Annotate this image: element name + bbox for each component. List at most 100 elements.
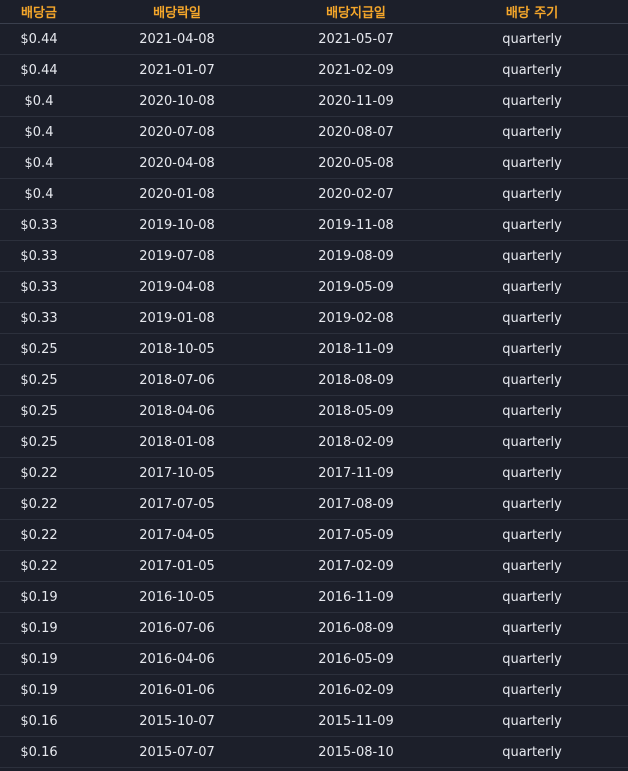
header-ex-date[interactable]: 배당락일 bbox=[78, 2, 276, 21]
table-row: $0.19 2016-04-06 2016-05-09 quarterly bbox=[0, 644, 628, 675]
pay-date-cell: 2020-05-08 bbox=[318, 155, 394, 171]
amount-cell: $0.25 bbox=[20, 434, 58, 450]
amount-cell: $0.16 bbox=[20, 744, 58, 760]
amount-cell: $0.25 bbox=[20, 341, 58, 357]
table-row: $0.4 2020-10-08 2020-11-09 quarterly bbox=[0, 86, 628, 117]
ex-date-cell: 2016-07-06 bbox=[139, 620, 215, 636]
pay-date-cell: 2019-05-09 bbox=[318, 279, 394, 295]
frequency-cell: quarterly bbox=[502, 155, 562, 171]
pay-date-cell: 2017-05-09 bbox=[318, 527, 394, 543]
ex-date-cell: 2017-10-05 bbox=[139, 465, 215, 481]
frequency-cell: quarterly bbox=[502, 403, 562, 419]
amount-cell: $0.25 bbox=[20, 372, 58, 388]
frequency-cell: quarterly bbox=[502, 434, 562, 450]
ex-date-cell: 2021-04-08 bbox=[139, 31, 215, 47]
ex-date-cell: 2017-01-05 bbox=[139, 558, 215, 574]
table-row: $0.44 2021-01-07 2021-02-09 quarterly bbox=[0, 55, 628, 86]
table-row: $0.16 2015-07-07 2015-08-10 quarterly bbox=[0, 737, 628, 768]
table-row: $0.19 2016-10-05 2016-11-09 quarterly bbox=[0, 582, 628, 613]
header-frequency[interactable]: 배당 주기 bbox=[436, 2, 628, 21]
pay-date-cell: 2020-08-07 bbox=[318, 124, 394, 140]
pay-date-cell: 2016-02-09 bbox=[318, 682, 394, 698]
ex-date-cell: 2019-07-08 bbox=[139, 248, 215, 264]
pay-date-cell: 2021-02-09 bbox=[318, 62, 394, 78]
amount-cell: $0.22 bbox=[20, 465, 58, 481]
table-row: $0.25 2018-04-06 2018-05-09 quarterly bbox=[0, 396, 628, 427]
table-row: $0.25 2018-10-05 2018-11-09 quarterly bbox=[0, 334, 628, 365]
frequency-cell: quarterly bbox=[502, 527, 562, 543]
table-row: $0.4 2020-01-08 2020-02-07 quarterly bbox=[0, 179, 628, 210]
pay-date-cell: 2016-05-09 bbox=[318, 651, 394, 667]
ex-date-cell: 2020-07-08 bbox=[139, 124, 215, 140]
ex-date-cell: 2016-10-05 bbox=[139, 589, 215, 605]
amount-cell: $0.4 bbox=[24, 124, 54, 140]
amount-cell: $0.4 bbox=[24, 93, 54, 109]
pay-date-cell: 2016-11-09 bbox=[318, 589, 394, 605]
header-pay-date[interactable]: 배당지급일 bbox=[276, 2, 436, 21]
pay-date-cell: 2021-05-07 bbox=[318, 31, 394, 47]
frequency-cell: quarterly bbox=[502, 186, 562, 202]
amount-cell: $0.33 bbox=[20, 279, 58, 295]
amount-cell: $0.4 bbox=[24, 155, 54, 171]
ex-date-cell: 2016-04-06 bbox=[139, 651, 215, 667]
amount-cell: $0.4 bbox=[24, 186, 54, 202]
amount-cell: $0.16 bbox=[20, 713, 58, 729]
pay-date-cell: 2020-02-07 bbox=[318, 186, 394, 202]
ex-date-cell: 2021-01-07 bbox=[139, 62, 215, 78]
amount-cell: $0.25 bbox=[20, 403, 58, 419]
table-row: $0.25 2018-01-08 2018-02-09 quarterly bbox=[0, 427, 628, 458]
pay-date-cell: 2015-11-09 bbox=[318, 713, 394, 729]
table-row: $0.33 2019-01-08 2019-02-08 quarterly bbox=[0, 303, 628, 334]
ex-date-cell: 2018-07-06 bbox=[139, 372, 215, 388]
table-row: $0.33 2019-10-08 2019-11-08 quarterly bbox=[0, 210, 628, 241]
frequency-cell: quarterly bbox=[502, 124, 562, 140]
amount-cell: $0.44 bbox=[20, 31, 58, 47]
amount-cell: $0.19 bbox=[20, 589, 58, 605]
dividend-table: 배당금 배당락일 배당지급일 배당 주기 $0.44 2021-04-08 2021… bbox=[0, 0, 628, 768]
ex-date-cell: 2019-04-08 bbox=[139, 279, 215, 295]
pay-date-cell: 2020-11-09 bbox=[318, 93, 394, 109]
pay-date-cell: 2018-05-09 bbox=[318, 403, 394, 419]
pay-date-cell: 2016-08-09 bbox=[318, 620, 394, 636]
frequency-cell: quarterly bbox=[502, 651, 562, 667]
amount-cell: $0.22 bbox=[20, 527, 58, 543]
frequency-cell: quarterly bbox=[502, 744, 562, 760]
amount-cell: $0.33 bbox=[20, 310, 58, 326]
table-row: $0.4 2020-07-08 2020-08-07 quarterly bbox=[0, 117, 628, 148]
frequency-cell: quarterly bbox=[502, 589, 562, 605]
pay-date-cell: 2017-02-09 bbox=[318, 558, 394, 574]
ex-date-cell: 2017-07-05 bbox=[139, 496, 215, 512]
amount-cell: $0.19 bbox=[20, 682, 58, 698]
ex-date-cell: 2016-01-06 bbox=[139, 682, 215, 698]
amount-cell: $0.44 bbox=[20, 62, 58, 78]
table-row: $0.44 2021-04-08 2021-05-07 quarterly bbox=[0, 24, 628, 55]
table-row: $0.16 2015-10-07 2015-11-09 quarterly bbox=[0, 706, 628, 737]
frequency-cell: quarterly bbox=[502, 217, 562, 233]
frequency-cell: quarterly bbox=[502, 682, 562, 698]
header-amount[interactable]: 배당금 bbox=[0, 2, 78, 21]
ex-date-cell: 2019-01-08 bbox=[139, 310, 215, 326]
frequency-cell: quarterly bbox=[502, 279, 562, 295]
frequency-cell: quarterly bbox=[502, 372, 562, 388]
ex-date-cell: 2017-04-05 bbox=[139, 527, 215, 543]
table-row: $0.22 2017-07-05 2017-08-09 quarterly bbox=[0, 489, 628, 520]
amount-cell: $0.22 bbox=[20, 558, 58, 574]
frequency-cell: quarterly bbox=[502, 310, 562, 326]
ex-date-cell: 2018-04-06 bbox=[139, 403, 215, 419]
table-row: $0.22 2017-10-05 2017-11-09 quarterly bbox=[0, 458, 628, 489]
frequency-cell: quarterly bbox=[502, 620, 562, 636]
frequency-cell: quarterly bbox=[502, 465, 562, 481]
pay-date-cell: 2015-08-10 bbox=[318, 744, 394, 760]
ex-date-cell: 2018-01-08 bbox=[139, 434, 215, 450]
amount-cell: $0.19 bbox=[20, 651, 58, 667]
table-row: $0.19 2016-01-06 2016-02-09 quarterly bbox=[0, 675, 628, 706]
ex-date-cell: 2015-07-07 bbox=[139, 744, 215, 760]
table-body: $0.44 2021-04-08 2021-05-07 quarterly $0.44 2… bbox=[0, 24, 628, 768]
frequency-cell: quarterly bbox=[502, 496, 562, 512]
amount-cell: $0.19 bbox=[20, 620, 58, 636]
pay-date-cell: 2019-08-09 bbox=[318, 248, 394, 264]
table-header: 배당금 배당락일 배당지급일 배당 주기 bbox=[0, 0, 628, 24]
frequency-cell: quarterly bbox=[502, 713, 562, 729]
ex-date-cell: 2020-10-08 bbox=[139, 93, 215, 109]
frequency-cell: quarterly bbox=[502, 558, 562, 574]
